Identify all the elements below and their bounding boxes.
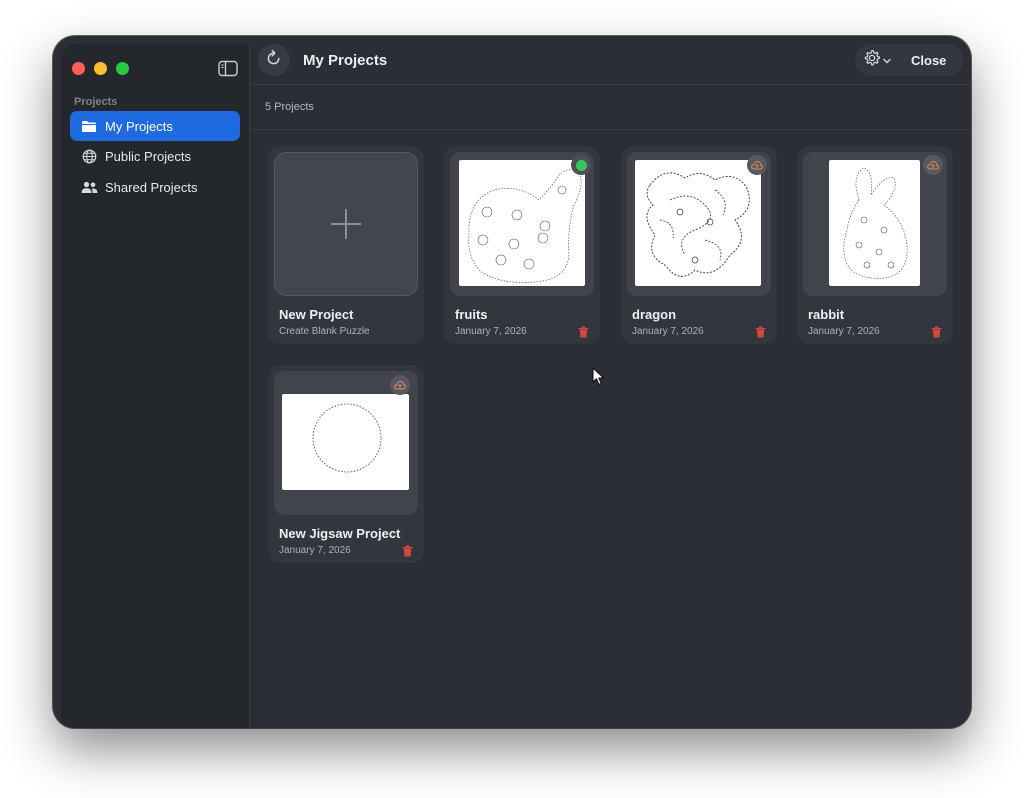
sidebar-item-my-projects[interactable]: My Projects xyxy=(70,111,240,141)
sidebar-section-label: Projects xyxy=(74,96,118,108)
sidebar-item-label: My Projects xyxy=(105,118,173,134)
project-subtitle: Create Blank Puzzle xyxy=(279,326,370,337)
new-project-card[interactable]: New Project Create Blank Puzzle xyxy=(268,146,424,344)
cloud-upload-icon xyxy=(390,375,410,395)
page-title: My Projects xyxy=(303,52,388,69)
cloud-upload-icon xyxy=(747,155,767,175)
close-window-button[interactable] xyxy=(72,62,85,75)
toolbar: My Projects Close xyxy=(250,36,971,85)
new-project-tile[interactable] xyxy=(274,152,418,296)
trash-icon[interactable] xyxy=(578,325,589,338)
project-thumbnail xyxy=(829,160,920,286)
project-count: 5 Projects xyxy=(265,101,314,113)
thumbnail-frame xyxy=(803,152,947,296)
project-thumbnail xyxy=(282,394,409,490)
minimize-window-button[interactable] xyxy=(94,62,107,75)
thumbnail-frame xyxy=(450,152,594,296)
app-window: Projects My Projects Public Projects Sha… xyxy=(53,36,971,728)
thumbnail-frame xyxy=(274,371,418,515)
zoom-window-button[interactable] xyxy=(116,62,129,75)
projects-header: 5 Projects xyxy=(250,85,971,130)
refresh-button[interactable] xyxy=(258,44,290,76)
thumbnail-frame xyxy=(627,152,771,296)
sidebar-item-label: Public Projects xyxy=(105,148,191,164)
project-title: dragon xyxy=(632,307,677,322)
chevron-down-icon xyxy=(883,51,891,69)
trash-icon[interactable] xyxy=(402,544,413,557)
globe-icon xyxy=(80,147,98,165)
sync-done-icon xyxy=(571,155,591,175)
project-title: rabbit xyxy=(808,307,845,322)
project-date: January 7, 2026 xyxy=(632,326,704,337)
sidebar: Projects My Projects Public Projects Sha… xyxy=(61,44,250,728)
people-icon xyxy=(80,178,98,196)
project-thumbnail xyxy=(635,160,761,286)
project-card-fruits[interactable]: fruits January 7, 2026 xyxy=(444,146,600,344)
project-date: January 7, 2026 xyxy=(279,545,351,556)
close-button[interactable]: Close xyxy=(911,53,946,68)
settings-menu-button[interactable] xyxy=(855,44,899,76)
trash-icon[interactable] xyxy=(755,325,766,338)
sidebar-item-public-projects[interactable]: Public Projects xyxy=(70,141,240,171)
project-date: January 7, 2026 xyxy=(455,326,527,337)
plus-icon xyxy=(330,208,362,245)
project-card-rabbit[interactable]: rabbit January 7, 2026 xyxy=(797,146,953,344)
mouse-pointer-icon xyxy=(592,367,605,391)
sidebar-toggle-icon[interactable] xyxy=(218,60,238,77)
sidebar-item-label: Shared Projects xyxy=(105,179,198,195)
toolbar-actions: Close xyxy=(855,44,963,76)
project-thumbnail xyxy=(459,160,585,286)
project-title: New Project xyxy=(279,307,354,322)
sidebar-item-shared-projects[interactable]: Shared Projects xyxy=(70,172,240,202)
project-title: New Jigsaw Project xyxy=(279,526,401,541)
refresh-icon xyxy=(266,49,282,71)
folder-icon xyxy=(80,117,98,135)
project-title: fruits xyxy=(455,307,488,322)
project-date: January 7, 2026 xyxy=(808,326,880,337)
project-card-new-jigsaw-project[interactable]: New Jigsaw Project January 7, 2026 xyxy=(268,365,424,563)
trash-icon[interactable] xyxy=(931,325,942,338)
main-content: My Projects Close 5 Projects New Project… xyxy=(250,36,971,728)
project-card-dragon[interactable]: dragon January 7, 2026 xyxy=(621,146,777,344)
cloud-upload-icon xyxy=(923,155,943,175)
gear-icon xyxy=(863,49,881,72)
